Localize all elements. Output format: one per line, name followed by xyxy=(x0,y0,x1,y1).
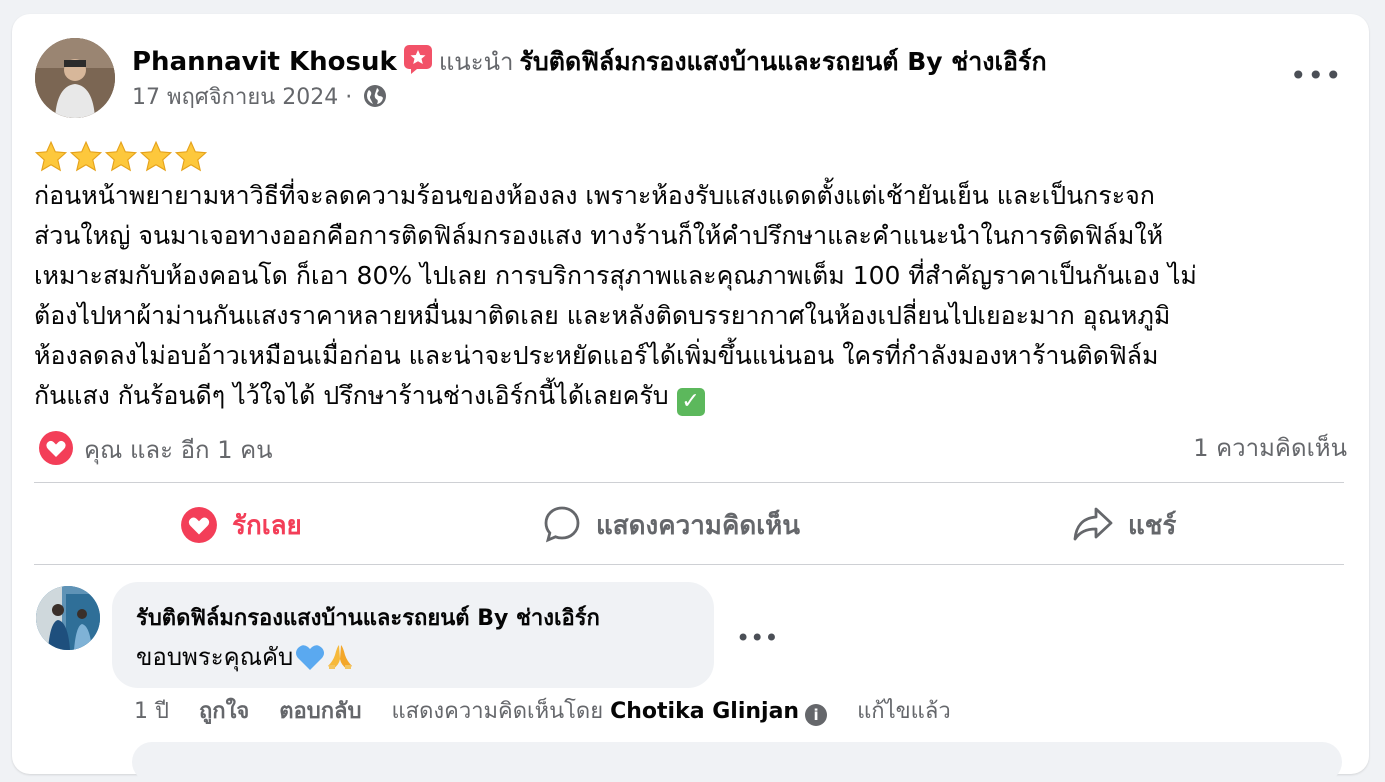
author-name[interactable]: Phannavit Khosuk xyxy=(132,47,397,77)
post-card: Phannavit Khosuk แนะนำ รับติดฟิล์มกรองแสงบ… xyxy=(12,14,1369,782)
post-body-text: ก่อนหน้าพยายามหาวิธีที่จะลดความร้อนของห้… xyxy=(34,181,1197,410)
next-comment-box xyxy=(132,742,1342,782)
meta-separator: · xyxy=(345,85,353,110)
love-button[interactable]: รักเลย xyxy=(180,502,302,550)
comment-bubble: รับติดฟิล์มกรองแสงบ้านและรถยนต์ By ช่างเ… xyxy=(112,582,714,688)
share-label: แชร์ xyxy=(1128,511,1177,541)
comment-by-prefix: แสดงความคิดเห็นโดย xyxy=(391,699,604,724)
comment-label: แสดงความคิดเห็น xyxy=(596,511,801,541)
love-reaction-icon xyxy=(39,431,73,465)
star-rating xyxy=(34,140,209,178)
comment-like-button[interactable]: ถูกใจ xyxy=(199,699,249,724)
reactions-text: คุณ และ อีก 1 คน xyxy=(84,436,273,464)
comment-by-name[interactable]: Chotika Glinjan xyxy=(610,699,799,724)
love-label: รักเลย xyxy=(232,511,302,541)
divider xyxy=(34,564,1344,565)
comment-time[interactable]: 1 ปี xyxy=(134,699,169,724)
comment-icon xyxy=(544,506,580,543)
recommend-icon xyxy=(403,44,433,82)
comment-actions: 1 ปี ถูกใจ ตอบกลับ แสดงความคิดเห็นโดย Choti… xyxy=(134,696,981,728)
comment-edited[interactable]: แก้ไขแล้ว xyxy=(857,699,951,724)
share-button[interactable]: แชร์ xyxy=(1072,502,1176,550)
comment-count-link[interactable]: 1 ความคิดเห็น xyxy=(1193,430,1347,466)
star-icon xyxy=(34,140,68,172)
love-icon xyxy=(181,507,217,543)
post-header: Phannavit Khosuk แนะนำ รับติดฟิล์มกรองแสงบ… xyxy=(132,44,1047,82)
post-meta: 17 พฤศจิกายน 2024 · xyxy=(132,84,387,116)
post-more-button[interactable]: ••• xyxy=(1290,62,1342,90)
comment-by: แสดงความคิดเห็นโดย Chotika Glinjan i xyxy=(391,699,828,726)
commenter-avatar[interactable] xyxy=(36,586,100,650)
star-icon xyxy=(69,140,103,172)
star-icon xyxy=(174,140,208,172)
blue-heart-icon xyxy=(295,643,325,680)
recommend-label: แนะนำ xyxy=(438,48,514,76)
check-mark-icon: ✓ xyxy=(676,388,705,416)
comment-author[interactable]: รับติดฟิล์มกรองแสงบ้านและรถยนต์ By ช่างเ… xyxy=(136,604,600,634)
comment-reply-button[interactable]: ตอบกลับ xyxy=(279,699,361,724)
globe-icon xyxy=(363,84,387,116)
divider xyxy=(34,482,1344,483)
praying-hands-icon xyxy=(325,641,355,680)
comment-text: ขอบพระคุณคับ xyxy=(136,643,294,671)
star-icon xyxy=(139,140,173,172)
share-icon xyxy=(1073,507,1113,541)
reactions-summary[interactable]: คุณ และ อีก 1 คน xyxy=(38,430,273,468)
info-icon[interactable]: i xyxy=(805,704,828,726)
post-date[interactable]: 17 พฤศจิกายน 2024 xyxy=(132,85,338,110)
page-name-link[interactable]: รับติดฟิล์มกรองแสงบ้านและรถยนต์ By ช่างเ… xyxy=(519,47,1046,76)
comment-text-line: ขอบพระคุณคับ xyxy=(136,640,355,680)
author-avatar[interactable] xyxy=(35,38,115,118)
comment-more-button[interactable]: ••• xyxy=(736,626,778,650)
star-icon xyxy=(104,140,138,172)
post-body: ก่อนหน้าพยายามหาวิธีที่จะลดความร้อนของห้… xyxy=(34,176,1354,416)
comment-button[interactable]: แสดงความคิดเห็น xyxy=(542,502,800,550)
